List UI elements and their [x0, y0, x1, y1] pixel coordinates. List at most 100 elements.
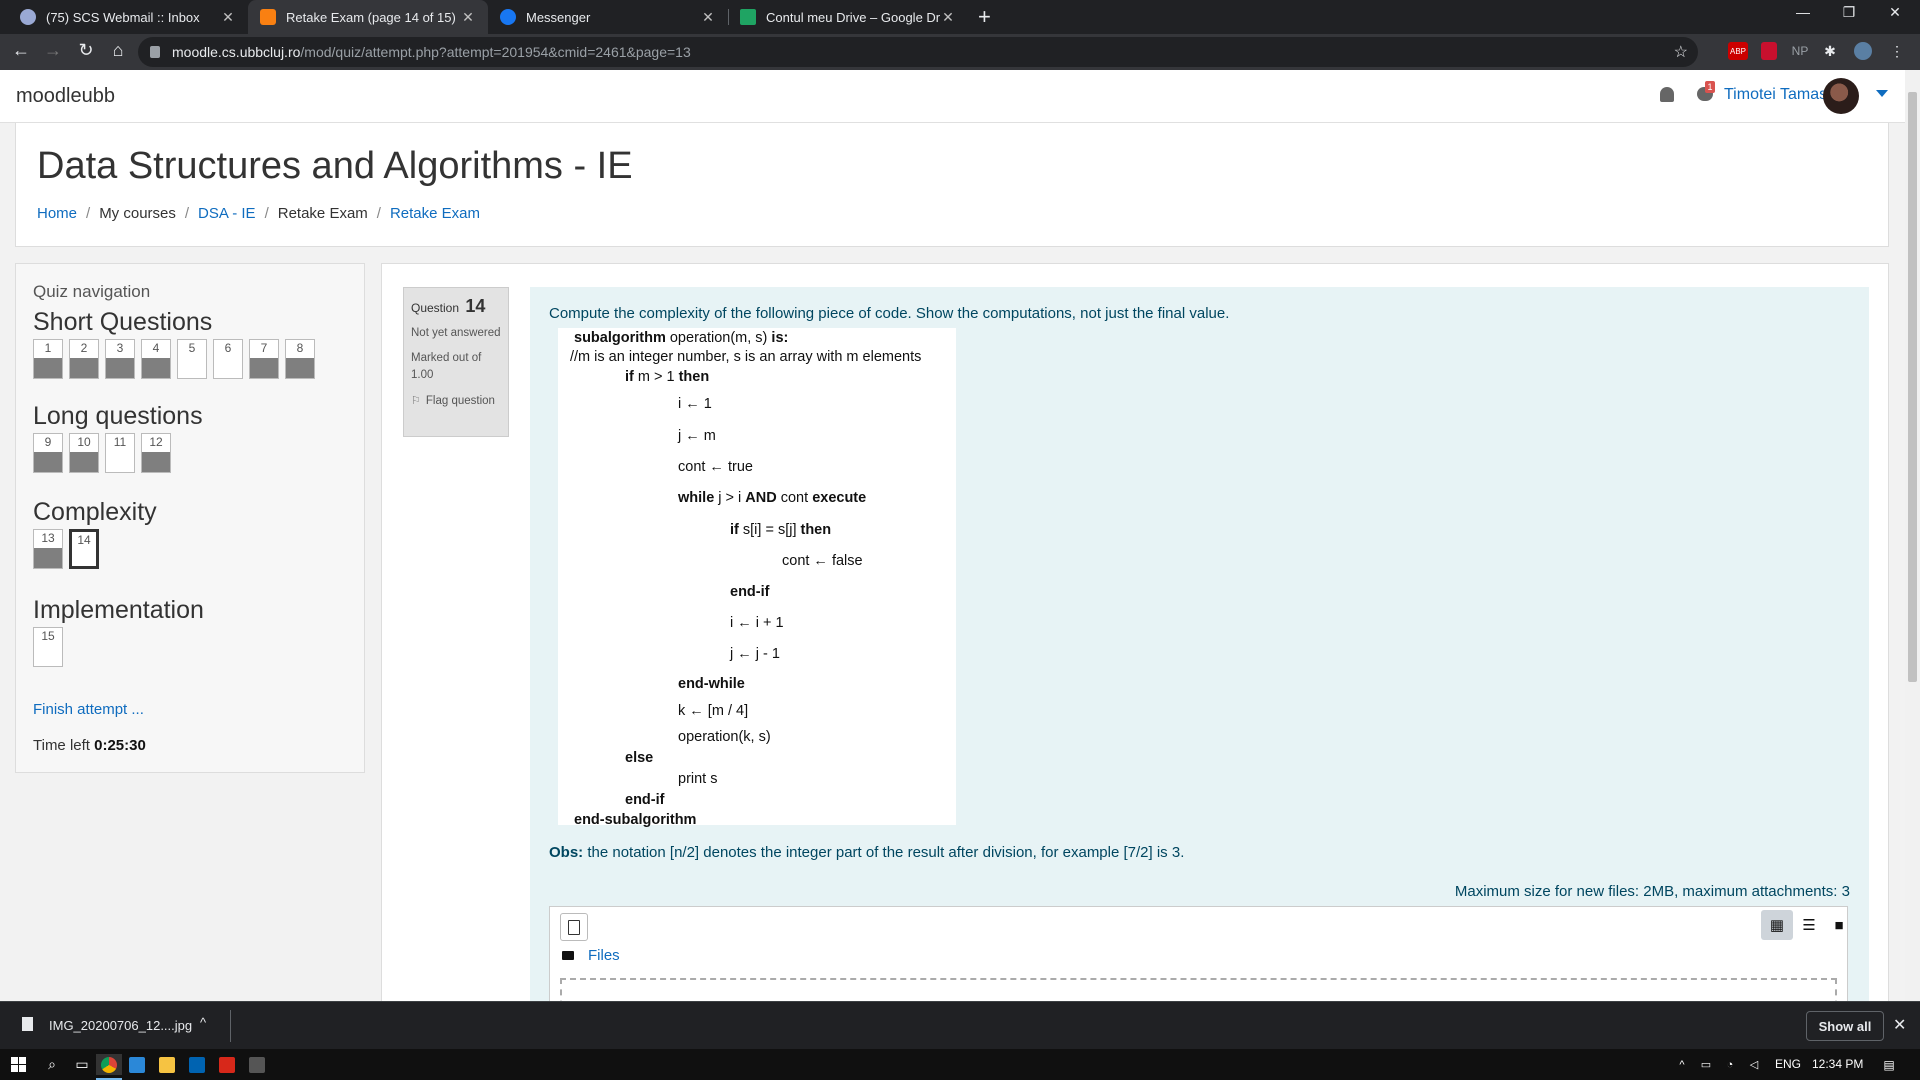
grid-view-icon[interactable]: ▦ — [1761, 910, 1793, 940]
close-icon[interactable]: ✕ — [940, 9, 956, 26]
puzzle-extensions-icon[interactable]: ✱ — [1822, 42, 1838, 60]
time-left: Time left 0:25:30 — [33, 737, 146, 754]
flag-question-button[interactable]: ⚐ Flag question — [411, 394, 501, 408]
quiz-nav-question-button[interactable]: 14 — [69, 529, 99, 569]
add-file-button[interactable] — [560, 913, 588, 941]
note-text: the notation [n/2] denotes the integer p… — [583, 844, 1185, 861]
acrobat-taskbar-icon[interactable] — [217, 1054, 237, 1075]
back-arrow-icon[interactable]: ← — [8, 40, 34, 61]
minimize-icon[interactable]: — — [1780, 4, 1826, 20]
answered-indicator — [142, 358, 170, 378]
bookmark-star-icon[interactable]: ☆ — [1674, 42, 1688, 62]
calculator-taskbar-icon[interactable] — [247, 1054, 267, 1075]
np-extension-icon[interactable]: NP — [1789, 42, 1811, 60]
show-all-button[interactable]: Show all — [1806, 1011, 1884, 1041]
quiz-nav-question-button[interactable]: 11 — [105, 433, 135, 473]
address-bar[interactable]: moodle.cs.ubbcluj.ro /mod/quiz/attempt.p… — [138, 37, 1698, 67]
quiz-nav-question-button[interactable]: 4 — [141, 339, 171, 379]
files-folder-path[interactable]: Files — [562, 947, 620, 964]
question-region: Question 14 Not yet answered Marked out … — [381, 263, 1889, 1018]
file-explorer-icon[interactable] — [157, 1054, 177, 1075]
page-scrollbar[interactable] — [1905, 70, 1920, 1001]
downloads-bar: IMG_20200706_12....jpg ^ Show all ✕ — [0, 1001, 1920, 1049]
reload-icon[interactable]: ↻ — [73, 40, 99, 61]
question-button-number: 14 — [77, 533, 91, 547]
quiz-nav-question-button[interactable]: 12 — [141, 433, 171, 473]
battery-icon[interactable]: ▭ — [1698, 1054, 1714, 1075]
add-file-icon — [568, 919, 580, 935]
answered-indicator — [70, 358, 98, 378]
mail-taskbar-icon[interactable] — [127, 1054, 147, 1075]
download-item-name[interactable]: IMG_20200706_12....jpg — [49, 1018, 192, 1033]
close-icon[interactable]: ✕ — [1893, 1015, 1906, 1035]
code-line: else — [625, 750, 653, 766]
quiz-nav-question-button[interactable]: 7 — [249, 339, 279, 379]
scrollbar-thumb[interactable] — [1908, 92, 1917, 682]
task-view-icon[interactable]: ▭ — [72, 1054, 92, 1075]
quiz-nav-question-button[interactable]: 2 — [69, 339, 99, 379]
code-line: cont ← true — [678, 459, 753, 475]
quiz-nav-question-button[interactable]: 6 — [213, 339, 243, 379]
code-keyword: end-while — [678, 676, 745, 692]
code-line: while j > i AND cont execute — [678, 490, 866, 506]
quiz-nav-question-button[interactable]: 1 — [33, 339, 63, 379]
quiz-nav-question-button[interactable]: 5 — [177, 339, 207, 379]
user-name[interactable]: Timotei Tamas — [1724, 86, 1827, 104]
quiz-nav-question-button[interactable]: 8 — [285, 339, 315, 379]
quiz-nav-section-heading: Complexity — [33, 498, 157, 526]
avatar[interactable] — [1823, 78, 1859, 114]
code-text: m > 1 — [633, 369, 679, 385]
chrome-taskbar-icon[interactable] — [96, 1054, 122, 1075]
breadcrumb-home[interactable]: Home — [37, 205, 77, 222]
code-text: operation(m, s) — [665, 330, 772, 346]
notifications-icon[interactable]: ▤ — [1880, 1054, 1898, 1075]
windows-start-icon[interactable] — [8, 1054, 28, 1075]
finish-attempt-link[interactable]: Finish attempt ... — [33, 701, 144, 718]
close-icon[interactable]: ✕ — [220, 9, 236, 26]
quiz-nav-question-button[interactable]: 9 — [33, 433, 63, 473]
tab-messenger[interactable]: Messenger ✕ — [488, 0, 728, 34]
files-link[interactable]: Files — [588, 947, 620, 964]
quiz-nav-section: Implementation 15 — [33, 596, 204, 667]
breadcrumb-quiz[interactable]: Retake Exam — [390, 205, 480, 222]
window-close-icon[interactable]: ✕ — [1872, 4, 1918, 21]
photos-taskbar-icon[interactable] — [187, 1054, 207, 1075]
profile-avatar-icon[interactable] — [1854, 42, 1872, 60]
restore-icon[interactable]: ❐ — [1826, 4, 1872, 21]
volume-icon[interactable]: ◁ — [1746, 1054, 1762, 1075]
quiz-nav-question-button[interactable]: 13 — [33, 529, 63, 569]
quiz-nav-section-heading: Long questions — [33, 402, 203, 430]
close-icon[interactable]: ✕ — [460, 9, 476, 26]
forward-arrow-icon[interactable]: → — [40, 40, 66, 61]
search-icon[interactable]: ⌕ — [42, 1054, 62, 1075]
menu-kebab-icon[interactable]: ⋮ — [1890, 42, 1904, 60]
home-icon[interactable]: ⌂ — [105, 40, 131, 61]
folder-logo — [159, 1056, 175, 1073]
new-tab-plus-icon[interactable]: + — [978, 4, 991, 30]
close-icon[interactable]: ✕ — [700, 9, 716, 26]
folder-view-icon[interactable]: ■ — [1823, 910, 1855, 940]
clock[interactable]: 12:34 PM — [1812, 1057, 1863, 1071]
wifi-icon[interactable]: ◔ — [1722, 1054, 1738, 1075]
moodle-navbar: moodleubb 1 Timotei Tamas — [0, 70, 1905, 123]
tab-google-drive[interactable]: Contul meu Drive – Google Drive ✕ — [728, 0, 968, 34]
language-indicator[interactable]: ENG — [1775, 1057, 1801, 1071]
pocket-icon[interactable] — [1761, 42, 1777, 60]
user-menu-caret-icon[interactable] — [1876, 90, 1888, 97]
quiz-nav-question-button[interactable]: 15 — [33, 627, 63, 667]
photos-logo — [189, 1056, 205, 1073]
bell-icon[interactable] — [1660, 87, 1674, 102]
code-text: i ← i + 1 — [730, 615, 784, 631]
tab-webmail[interactable]: (75) SCS Webmail :: Inbox ✕ — [8, 0, 248, 34]
quiz-nav-question-button[interactable]: 10 — [69, 433, 99, 473]
tray-chevron-icon[interactable]: ^ — [1675, 1054, 1689, 1075]
site-brand[interactable]: moodleubb — [16, 85, 115, 108]
tab-retake-exam[interactable]: Retake Exam (page 14 of 15) ✕ — [248, 0, 488, 34]
list-view-icon[interactable]: ☰ — [1793, 910, 1825, 940]
breadcrumb-course[interactable]: DSA - IE — [198, 205, 256, 222]
code-line: end-subalgorithm — [574, 812, 696, 828]
quiz-nav-question-button[interactable]: 3 — [105, 339, 135, 379]
chevron-up-icon[interactable]: ^ — [200, 1015, 206, 1030]
code-keyword: then — [678, 369, 710, 385]
adblock-plus-icon[interactable]: ABP — [1728, 42, 1748, 60]
